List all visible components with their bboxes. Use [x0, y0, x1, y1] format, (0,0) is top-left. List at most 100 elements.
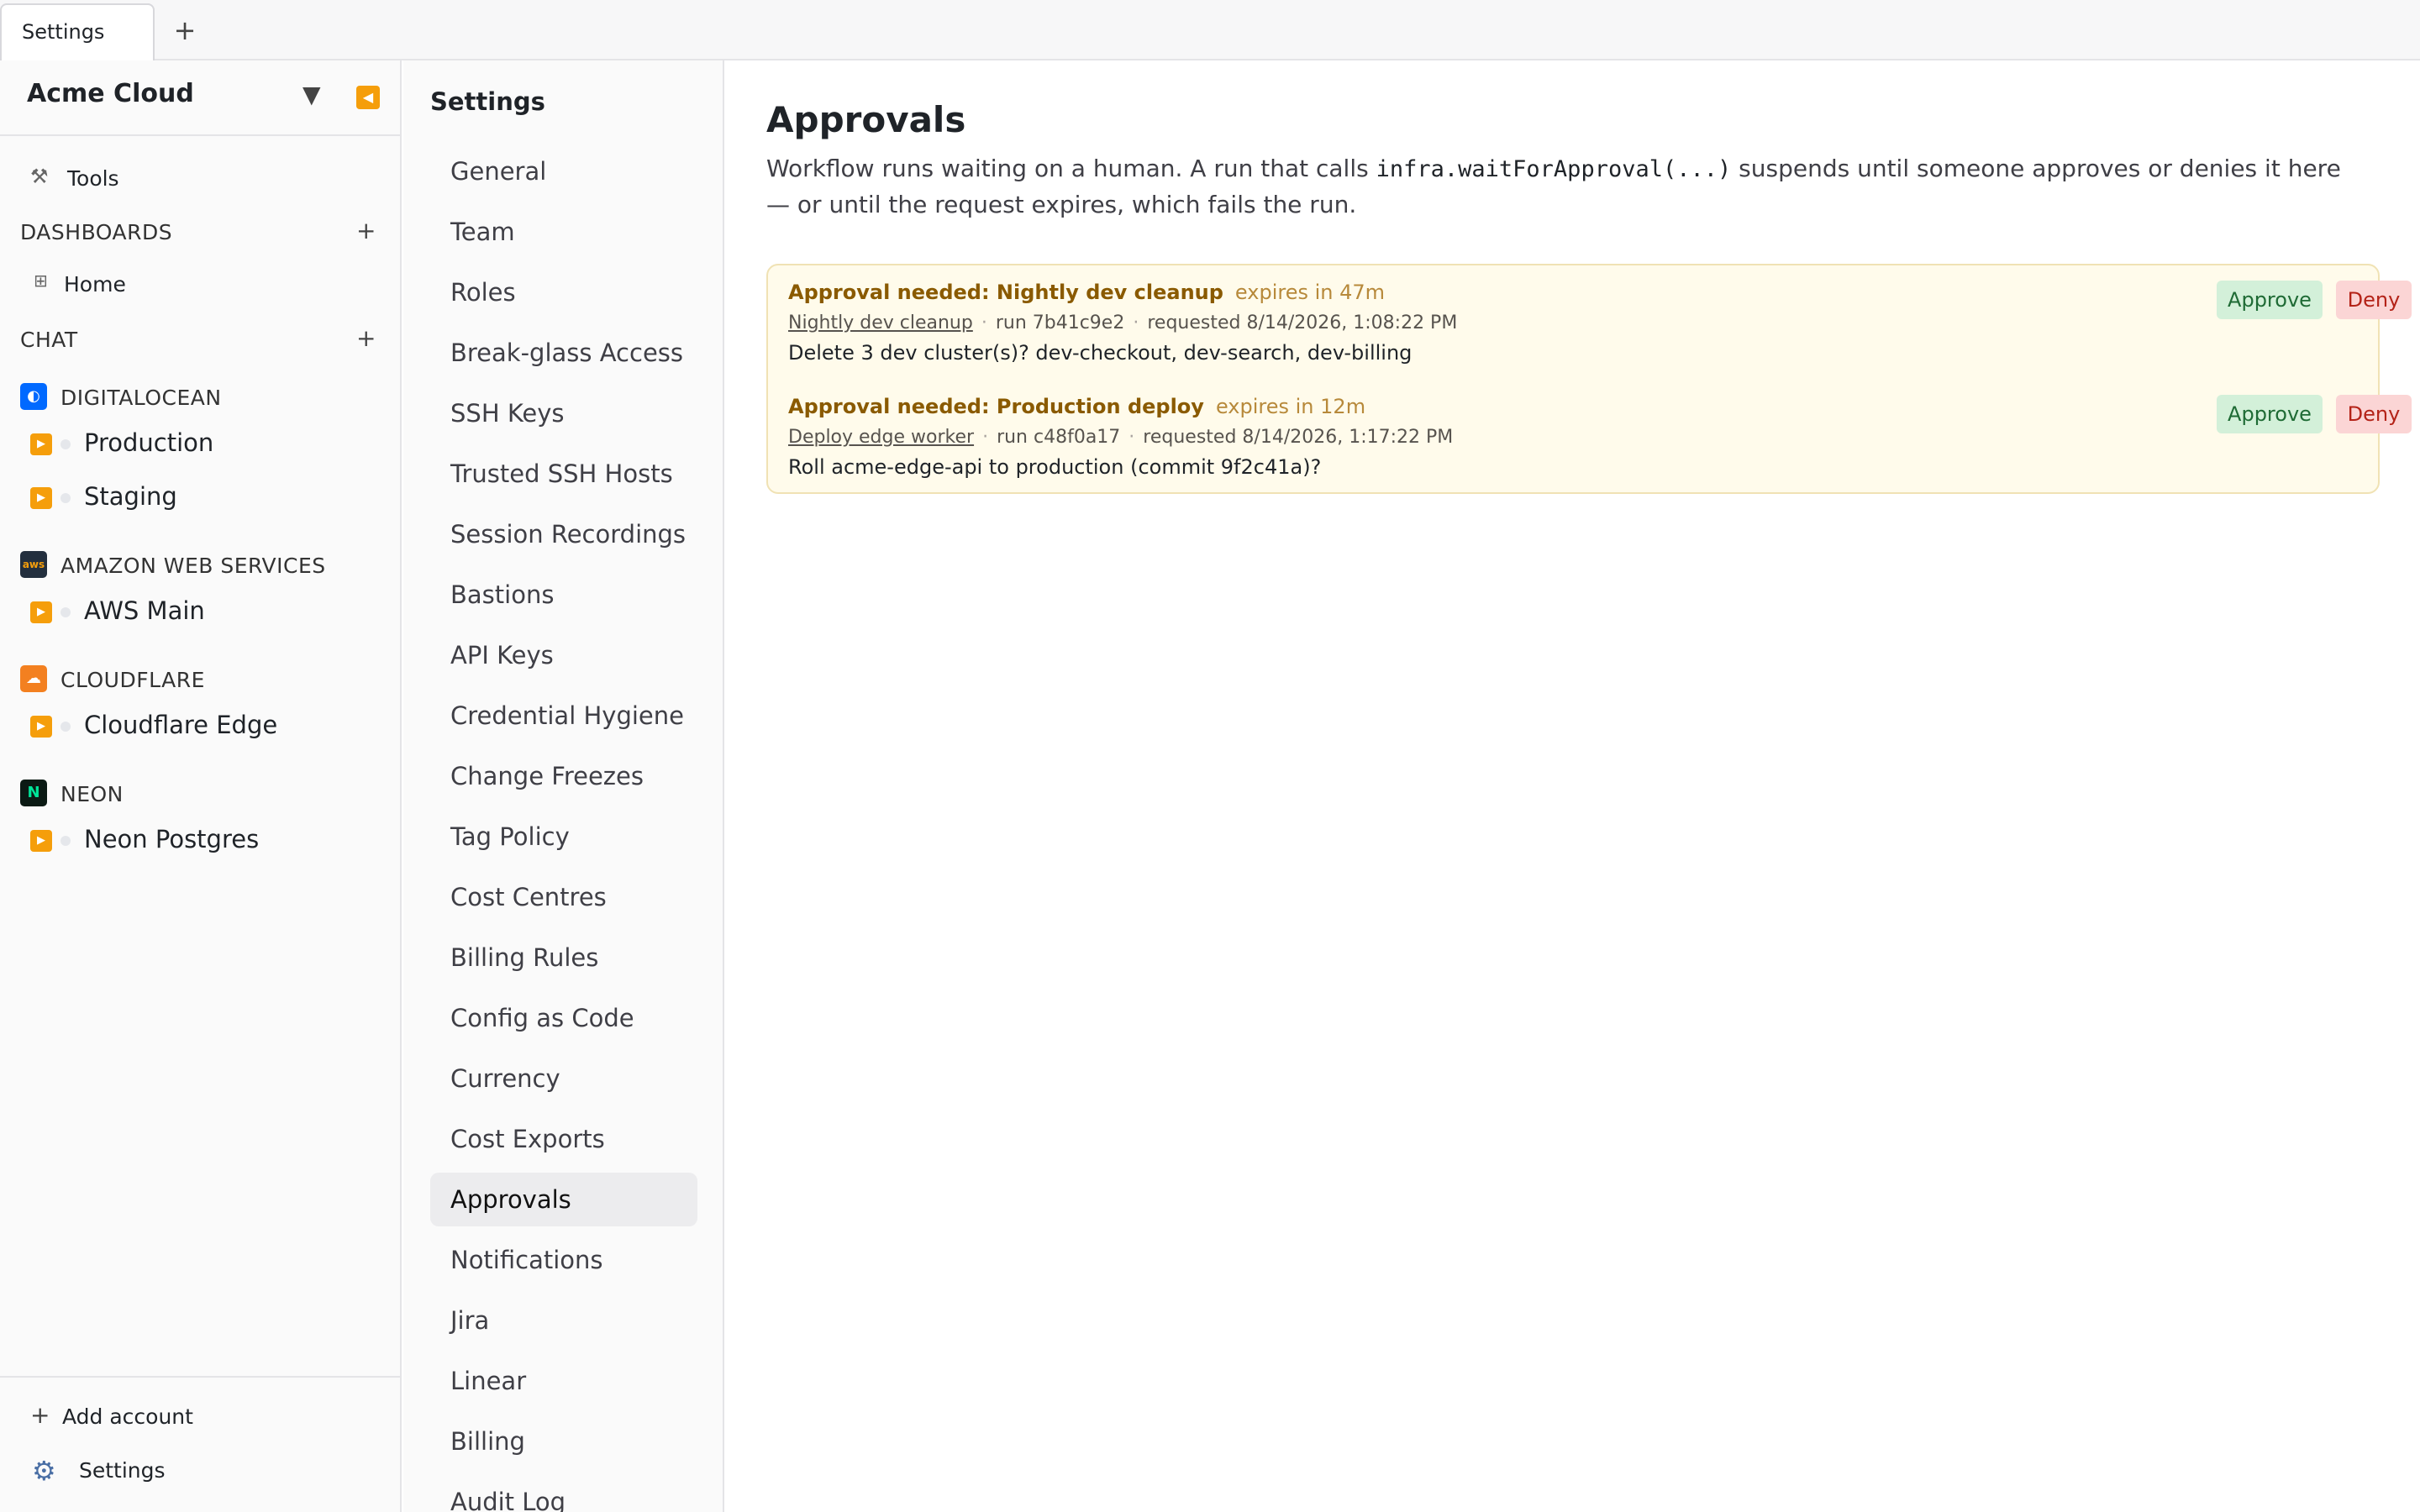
provider-name: AMAZON WEB SERVICES [60, 554, 326, 578]
play-icon: ▶ [30, 433, 52, 455]
workspace-name[interactable]: Acme Cloud [27, 79, 194, 108]
sidebar-divider [0, 1376, 402, 1378]
settings-nav-item-session-recordings[interactable]: Session Recordings [430, 507, 697, 561]
play-icon: ▶ [30, 830, 52, 852]
add-account-button[interactable]: + Add account [0, 1398, 402, 1435]
gear-icon: ⚙ [32, 1455, 56, 1487]
plus-icon: + [30, 1401, 50, 1429]
settings-nav-item-trusted-ssh-hosts[interactable]: Trusted SSH Hosts [430, 447, 697, 501]
section-label-dashboards: DASHBOARDS [20, 220, 173, 244]
grid-icon: ⊞ [34, 270, 48, 291]
approval-item: Approval needed: Nightly dev cleanup expi… [788, 281, 2412, 381]
status-dot [60, 836, 71, 846]
add-dashboard-button[interactable]: + [356, 217, 376, 244]
tab-settings[interactable]: Settings [0, 3, 155, 60]
workflow-link[interactable]: Nightly dev cleanup [788, 312, 973, 333]
settings-nav-item-credential-hygiene[interactable]: Credential Hygiene [430, 689, 697, 743]
approval-body: Roll acme-edge-api to production (commit… [788, 455, 1322, 479]
add-account-label: Add account [62, 1404, 193, 1429]
play-icon: ▶ [30, 601, 52, 623]
deny-button[interactable]: Deny [2336, 395, 2412, 433]
settings-nav-title: Settings [430, 87, 545, 116]
settings-nav-item-billing[interactable]: Billing [430, 1415, 697, 1468]
account-name: Neon Postgres [84, 825, 260, 853]
workflow-link[interactable]: Deploy edge worker [788, 427, 974, 448]
status-dot [60, 607, 71, 617]
add-chat-button[interactable]: + [356, 324, 376, 352]
settings-nav-item-roles[interactable]: Roles [430, 265, 697, 319]
settings-nav-item-cost-exports[interactable]: Cost Exports [430, 1112, 697, 1166]
digitalocean-icon: ◐ [20, 383, 47, 410]
collapse-sidebar-icon[interactable]: ◀ [356, 86, 380, 109]
account-name: AWS Main [84, 596, 205, 625]
settings-nav-item-audit-log[interactable]: Audit Log [430, 1475, 697, 1512]
deny-button[interactable]: Deny [2336, 281, 2412, 319]
play-icon: ▶ [30, 487, 52, 509]
page-title: Approvals [766, 99, 966, 140]
approval-title-text: Approval needed: Nightly dev cleanup [788, 281, 1223, 304]
approval-title: Approval needed: Production deploy expire… [788, 395, 1365, 418]
settings-nav-item-bastions[interactable]: Bastions [430, 568, 697, 622]
sidebar-item-label: Settings [79, 1458, 166, 1483]
workspace-header: Acme Cloud ▼ ◀ [0, 60, 402, 136]
status-dot [60, 493, 71, 503]
provider-name: CLOUDFLARE [60, 668, 205, 692]
requested-time: requested 8/14/2026, 1:17:22 PM [1143, 427, 1454, 448]
approve-button[interactable]: Approve [2217, 281, 2323, 319]
settings-nav-item-notifications[interactable]: Notifications [430, 1233, 697, 1287]
sidebar-item-label: Tools [67, 166, 119, 191]
settings-nav-item-change-freezes[interactable]: Change Freezes [430, 749, 697, 803]
aws-icon: aws [20, 551, 47, 578]
section-label-chat: CHAT [20, 328, 78, 352]
account-name: Staging [84, 482, 177, 511]
settings-nav-item-break-glass-access[interactable]: Break-glass Access [430, 326, 697, 380]
meta-separator: · [982, 427, 989, 448]
settings-nav-item-linear[interactable]: Linear [430, 1354, 697, 1408]
meta-separator: · [981, 312, 987, 333]
desc-code: infra.waitForApproval(...) [1376, 156, 1732, 182]
approval-meta: Deploy edge worker · run c48f0a17 · requeste… [788, 427, 1453, 448]
tab-bar: Settings + [0, 0, 2420, 60]
settings-nav-item-tag-policy[interactable]: Tag Policy [430, 810, 697, 864]
page-description: Workflow runs waiting on a human. A run … [766, 151, 2363, 223]
sidebar-item-tools[interactable]: ⚒ Tools [0, 160, 402, 197]
approvals-card: Approval needed: Nightly dev cleanup expi… [766, 264, 2412, 496]
sidebar-item-home[interactable]: ⊞ Home [0, 265, 402, 302]
status-dot [60, 439, 71, 449]
settings-nav-item-team[interactable]: Team [430, 205, 697, 259]
account-name: Cloudflare Edge [84, 711, 278, 739]
requested-time: requested 8/14/2026, 1:08:22 PM [1147, 312, 1458, 333]
approval-title: Approval needed: Nightly dev cleanup expi… [788, 281, 1385, 304]
settings-nav-item-ssh-keys[interactable]: SSH Keys [430, 386, 697, 440]
sidebar-item-settings[interactable]: ⚙ Settings [0, 1452, 402, 1488]
settings-nav-item-api-keys[interactable]: API Keys [430, 628, 697, 682]
settings-nav: Settings General Team Roles Break-glass Acc… [403, 60, 724, 1512]
workspace-dropdown-icon[interactable]: ▼ [302, 81, 321, 108]
settings-nav-item-billing-rules[interactable]: Billing Rules [430, 931, 697, 984]
approval-title-text: Approval needed: Production deploy [788, 395, 1204, 418]
approval-body: Delete 3 dev cluster(s)? dev-checkout, d… [788, 341, 1413, 365]
new-tab-button[interactable]: + [166, 12, 203, 49]
desc-text: Workflow runs waiting on a human. A run … [766, 155, 1376, 182]
cloudflare-icon: ☁ [20, 665, 47, 692]
main-content: Approvals Workflow runs waiting on a hum… [726, 60, 2420, 1512]
account-name: Production [84, 428, 214, 457]
settings-nav-item-currency[interactable]: Currency [430, 1052, 697, 1105]
sidebar-item-label: Home [64, 272, 126, 297]
tools-icon: ⚒ [30, 165, 49, 188]
settings-nav-item-general[interactable]: General [430, 144, 697, 198]
meta-separator: · [1133, 312, 1139, 333]
approval-meta: Nightly dev cleanup · run 7b41c9e2 · request… [788, 312, 1457, 333]
settings-nav-item-jira[interactable]: Jira [430, 1294, 697, 1347]
approval-expiry: expires in 47m [1234, 281, 1386, 304]
sidebar: Acme Cloud ▼ ◀ ⚒ Tools DASHBOARDS + ⊞ Ho… [0, 60, 402, 1512]
neon-icon: N [20, 780, 47, 806]
settings-nav-item-cost-centres[interactable]: Cost Centres [430, 870, 697, 924]
status-dot [60, 722, 71, 732]
settings-nav-item-config-as-code[interactable]: Config as Code [430, 991, 697, 1045]
settings-nav-item-approvals[interactable]: Approvals [430, 1173, 697, 1226]
run-id: run c48f0a17 [997, 427, 1121, 448]
approval-expiry: expires in 12m [1215, 395, 1366, 418]
approve-button[interactable]: Approve [2217, 395, 2323, 433]
approval-item: Approval needed: Production deploy expire… [788, 395, 2412, 496]
